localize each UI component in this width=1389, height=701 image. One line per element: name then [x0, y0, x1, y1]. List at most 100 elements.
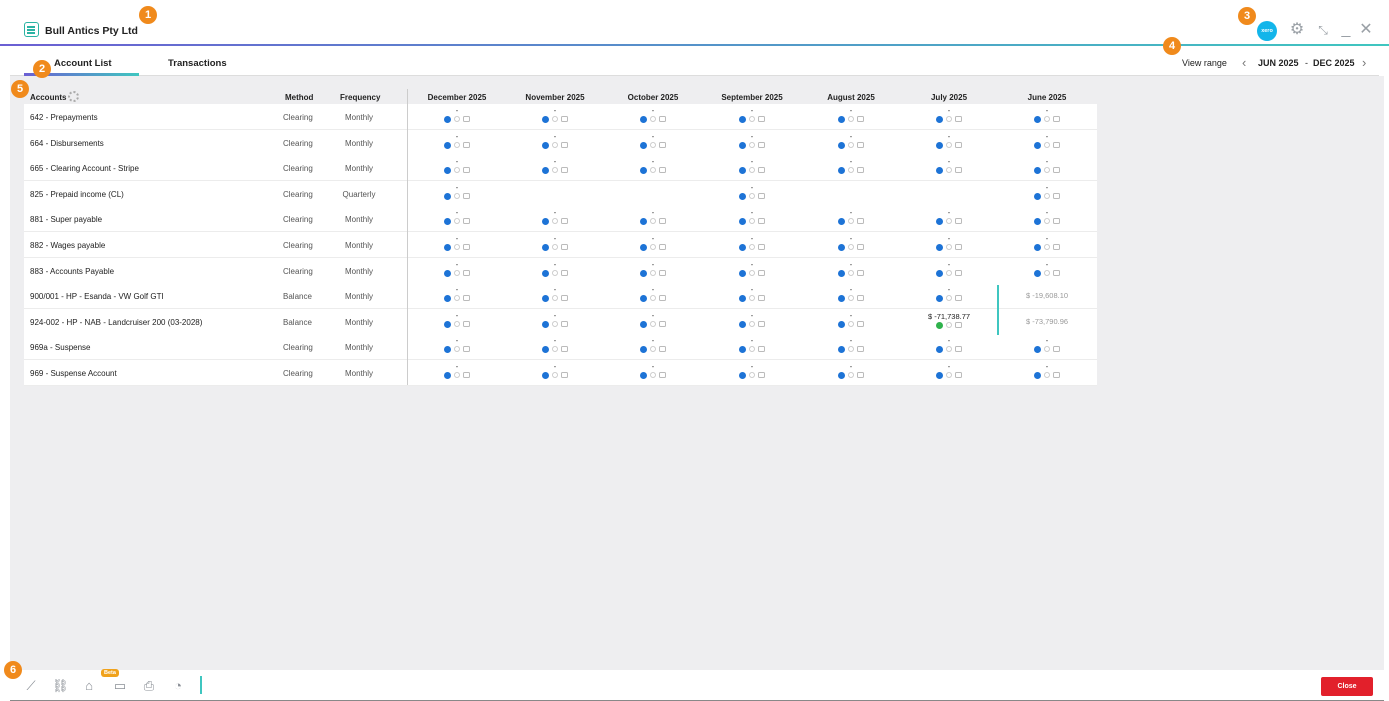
info-icon[interactable] — [444, 320, 451, 328]
period-cell[interactable]: - — [510, 133, 600, 151]
info-icon[interactable] — [444, 269, 451, 277]
range-start[interactable]: JUN 2025 — [1258, 58, 1299, 68]
period-cell[interactable]: - — [707, 209, 797, 227]
attachment-link-icon[interactable] — [452, 319, 462, 329]
attachment-link-icon[interactable] — [1042, 140, 1052, 150]
chat-icon[interactable]: ▭ — [112, 679, 128, 693]
info-icon[interactable] — [936, 243, 943, 251]
attachment-link-icon[interactable] — [648, 344, 658, 354]
comment-icon[interactable] — [659, 116, 666, 123]
attachment-link-icon[interactable] — [550, 268, 560, 278]
comment-icon[interactable] — [1053, 142, 1060, 149]
attachment-link-icon[interactable] — [747, 268, 757, 278]
attachment-link-icon[interactable] — [550, 242, 560, 252]
period-cell[interactable]: - — [608, 209, 698, 227]
period-cell[interactable]: - — [707, 235, 797, 253]
comment-icon[interactable] — [857, 142, 864, 149]
comment-icon[interactable] — [659, 270, 666, 277]
comment-icon[interactable] — [463, 142, 470, 149]
period-cell[interactable]: - — [806, 363, 896, 381]
info-icon[interactable] — [739, 320, 746, 328]
info-icon[interactable] — [838, 115, 845, 123]
comment-icon[interactable] — [463, 372, 470, 379]
attachment-link-icon[interactable] — [452, 140, 462, 150]
info-icon[interactable] — [1034, 192, 1041, 200]
attachment-link-icon[interactable] — [1042, 165, 1052, 175]
period-cell[interactable]: - — [806, 209, 896, 227]
period-cell[interactable]: - — [1002, 337, 1092, 355]
info-icon[interactable] — [936, 371, 943, 379]
info-icon[interactable] — [444, 371, 451, 379]
close-button[interactable]: Close — [1321, 677, 1373, 696]
attachment-link-icon[interactable] — [550, 140, 560, 150]
comment-icon[interactable] — [561, 116, 568, 123]
info-icon[interactable] — [1034, 217, 1041, 225]
comment-icon[interactable] — [857, 244, 864, 251]
comment-icon[interactable] — [758, 321, 765, 328]
period-cell[interactable]: - — [707, 184, 797, 202]
range-prev-icon[interactable]: ‹ — [1242, 55, 1246, 70]
comment-icon[interactable] — [463, 270, 470, 277]
comment-icon[interactable] — [659, 218, 666, 225]
comment-icon[interactable] — [1053, 372, 1060, 379]
chart-icon[interactable]: ⟋ — [23, 679, 39, 693]
period-cell[interactable]: - — [806, 235, 896, 253]
comment-icon[interactable] — [955, 167, 962, 174]
comment-icon[interactable] — [561, 270, 568, 277]
comment-icon[interactable] — [857, 295, 864, 302]
attachment-link-icon[interactable] — [747, 344, 757, 354]
attachment-link-icon[interactable] — [1042, 114, 1052, 124]
comment-icon[interactable] — [561, 167, 568, 174]
period-cell[interactable]: - — [1002, 107, 1092, 125]
attachment-link-icon[interactable] — [648, 268, 658, 278]
attachment-link-icon[interactable] — [747, 370, 757, 380]
period-cell[interactable]: - — [1002, 235, 1092, 253]
info-icon[interactable] — [739, 141, 746, 149]
comment-icon[interactable] — [857, 372, 864, 379]
period-cell[interactable]: - — [412, 286, 502, 304]
attachment-link-icon[interactable] — [1042, 370, 1052, 380]
period-cell[interactable]: - — [1002, 261, 1092, 279]
attachment-link-icon[interactable] — [747, 114, 757, 124]
collapse-icon[interactable]: ⤡ — [1314, 21, 1332, 39]
period-cell[interactable]: - — [806, 158, 896, 176]
period-cell[interactable]: - — [608, 261, 698, 279]
attachment-link-icon[interactable] — [747, 191, 757, 201]
attachment-link-icon[interactable] — [1042, 191, 1052, 201]
info-icon[interactable] — [640, 269, 647, 277]
period-cell[interactable]: - — [1002, 133, 1092, 151]
info-icon[interactable] — [444, 243, 451, 251]
period-cell[interactable]: - — [1002, 363, 1092, 381]
period-cell[interactable]: - — [412, 363, 502, 381]
attachment-link-icon[interactable] — [452, 165, 462, 175]
comment-icon[interactable] — [1053, 244, 1060, 251]
attachment-link-icon[interactable] — [452, 191, 462, 201]
comment-icon[interactable] — [659, 346, 666, 353]
comment-icon[interactable] — [561, 295, 568, 302]
attachment-link-icon[interactable] — [944, 140, 954, 150]
print-icon[interactable]: ⎙ — [141, 679, 157, 693]
info-icon[interactable] — [542, 294, 549, 302]
attachment-link-icon[interactable] — [944, 268, 954, 278]
period-cell[interactable]: - — [510, 107, 600, 125]
period-cell[interactable]: - — [412, 209, 502, 227]
period-cell[interactable]: - — [1002, 209, 1092, 227]
attachment-link-icon[interactable] — [944, 216, 954, 226]
info-icon[interactable] — [542, 115, 549, 123]
comment-icon[interactable] — [758, 193, 765, 200]
comment-icon[interactable] — [463, 193, 470, 200]
info-icon[interactable] — [444, 166, 451, 174]
period-cell[interactable]: - — [806, 312, 896, 330]
attachment-link-icon[interactable] — [944, 293, 954, 303]
period-cell[interactable]: - — [608, 235, 698, 253]
comment-icon[interactable] — [758, 142, 765, 149]
attachment-link-icon[interactable] — [747, 293, 757, 303]
attachment-link-icon[interactable] — [846, 165, 856, 175]
period-cell[interactable]: - — [608, 158, 698, 176]
attachment-link-icon[interactable] — [747, 140, 757, 150]
comment-icon[interactable] — [1053, 193, 1060, 200]
info-icon[interactable] — [1034, 269, 1041, 277]
comment-icon[interactable] — [758, 295, 765, 302]
info-icon[interactable] — [542, 371, 549, 379]
info-icon[interactable] — [739, 243, 746, 251]
